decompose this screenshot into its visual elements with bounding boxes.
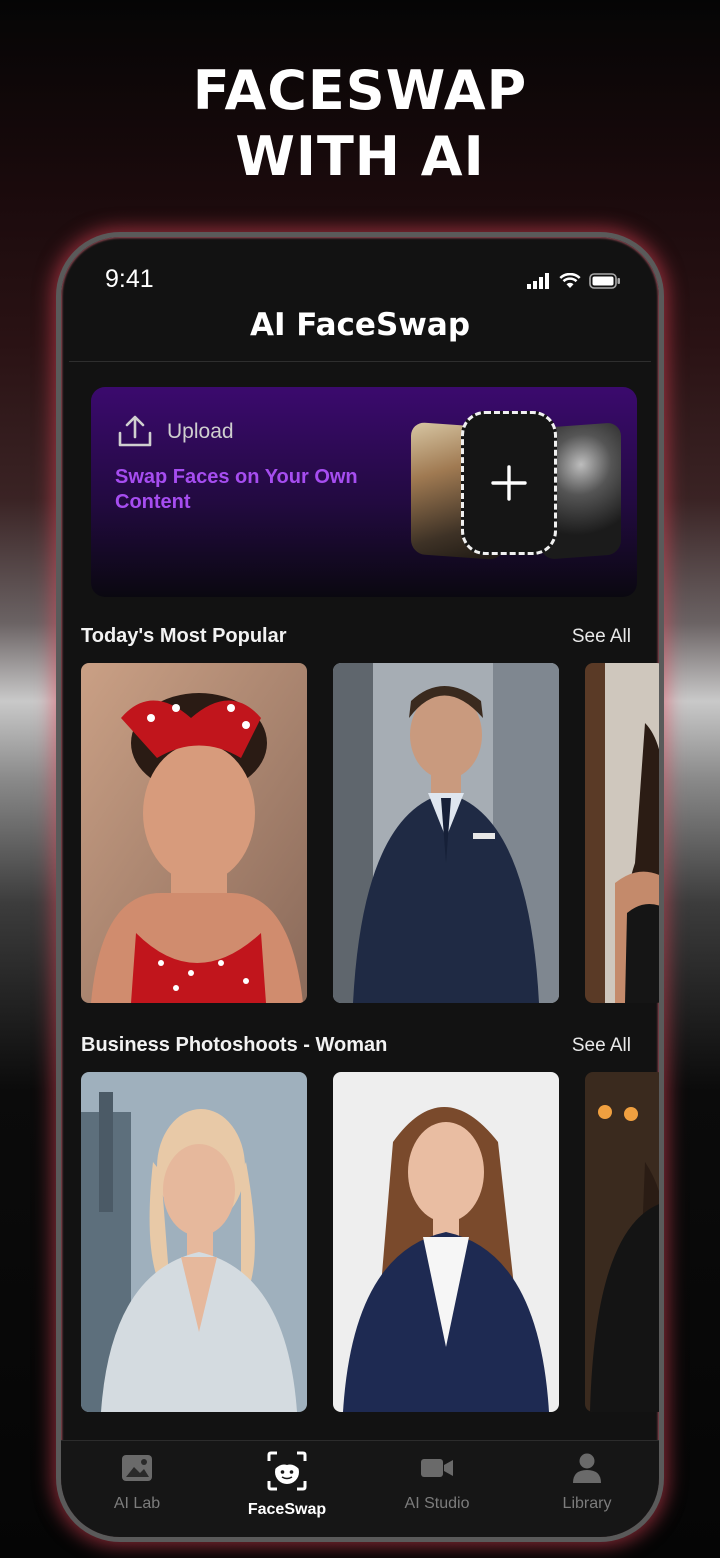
promo-headline: FACESWAP WITH AI — [0, 58, 720, 190]
template-image — [585, 1072, 659, 1412]
video-camera-icon — [421, 1459, 453, 1477]
upload-thumbnails — [401, 411, 626, 571]
tab-ai-lab[interactable]: AI Lab — [67, 1451, 207, 1513]
tab-label: AI Studio — [404, 1495, 470, 1512]
tab-label: Library — [562, 1495, 612, 1512]
template-image — [81, 663, 307, 1003]
face-scan-icon — [267, 1451, 307, 1491]
status-bar: 9:41 — [61, 237, 659, 307]
status-icons — [527, 273, 621, 289]
section-title-business-woman: Business Photoshoots - Woman — [81, 1034, 388, 1056]
phone-frame: 9:41 AI FaceSwap Upload Swap Faces on Yo… — [56, 232, 664, 1542]
header-divider — [69, 361, 651, 362]
see-all-popular-button[interactable]: See All — [572, 626, 631, 648]
status-time: 9:41 — [105, 265, 154, 293]
tab-library[interactable]: Library — [517, 1451, 657, 1513]
template-image — [585, 663, 659, 1003]
wifi-icon — [559, 273, 581, 288]
template-card-man-suit[interactable] — [333, 663, 559, 1003]
section-title-popular: Today's Most Popular — [81, 625, 287, 647]
image-icon — [122, 1455, 152, 1481]
signal-icon — [527, 273, 549, 289]
upload-card[interactable]: Upload Swap Faces on Your Own Content — [91, 387, 637, 597]
promo-line-1: FACESWAP — [192, 59, 528, 122]
template-image — [333, 663, 559, 1003]
template-image — [81, 1072, 307, 1412]
page-title: AI FaceSwap — [249, 307, 471, 343]
template-card-woman-navy-blazer[interactable] — [333, 1072, 559, 1412]
template-card-woman-white-blazer[interactable] — [81, 1072, 307, 1412]
see-all-business-woman-button[interactable]: See All — [572, 1035, 631, 1057]
bottom-tab-bar: AI Lab FaceSwap AI Studio Library — [61, 1440, 659, 1537]
add-photo-button[interactable] — [461, 411, 557, 555]
template-card-woman-black-top[interactable] — [585, 663, 659, 1003]
template-card-woman-black-blazer[interactable] — [585, 1072, 659, 1412]
battery-icon — [589, 273, 620, 289]
user-icon — [573, 1453, 601, 1483]
tab-label: AI Lab — [113, 1495, 161, 1512]
tab-faceswap[interactable]: FaceSwap — [217, 1451, 357, 1519]
upload-row: Upload — [117, 415, 234, 449]
upload-icon — [118, 415, 152, 447]
tab-label: FaceSwap — [247, 1501, 327, 1518]
tab-ai-studio[interactable]: AI Studio — [367, 1451, 507, 1513]
plus-icon — [491, 465, 527, 501]
promo-line-2: WITH AI — [235, 125, 485, 188]
upload-subtitle: Swap Faces on Your Own Content — [115, 466, 358, 513]
template-image — [333, 1072, 559, 1412]
upload-label: Upload — [167, 420, 234, 443]
template-card-woman-red-bow[interactable] — [81, 663, 307, 1003]
